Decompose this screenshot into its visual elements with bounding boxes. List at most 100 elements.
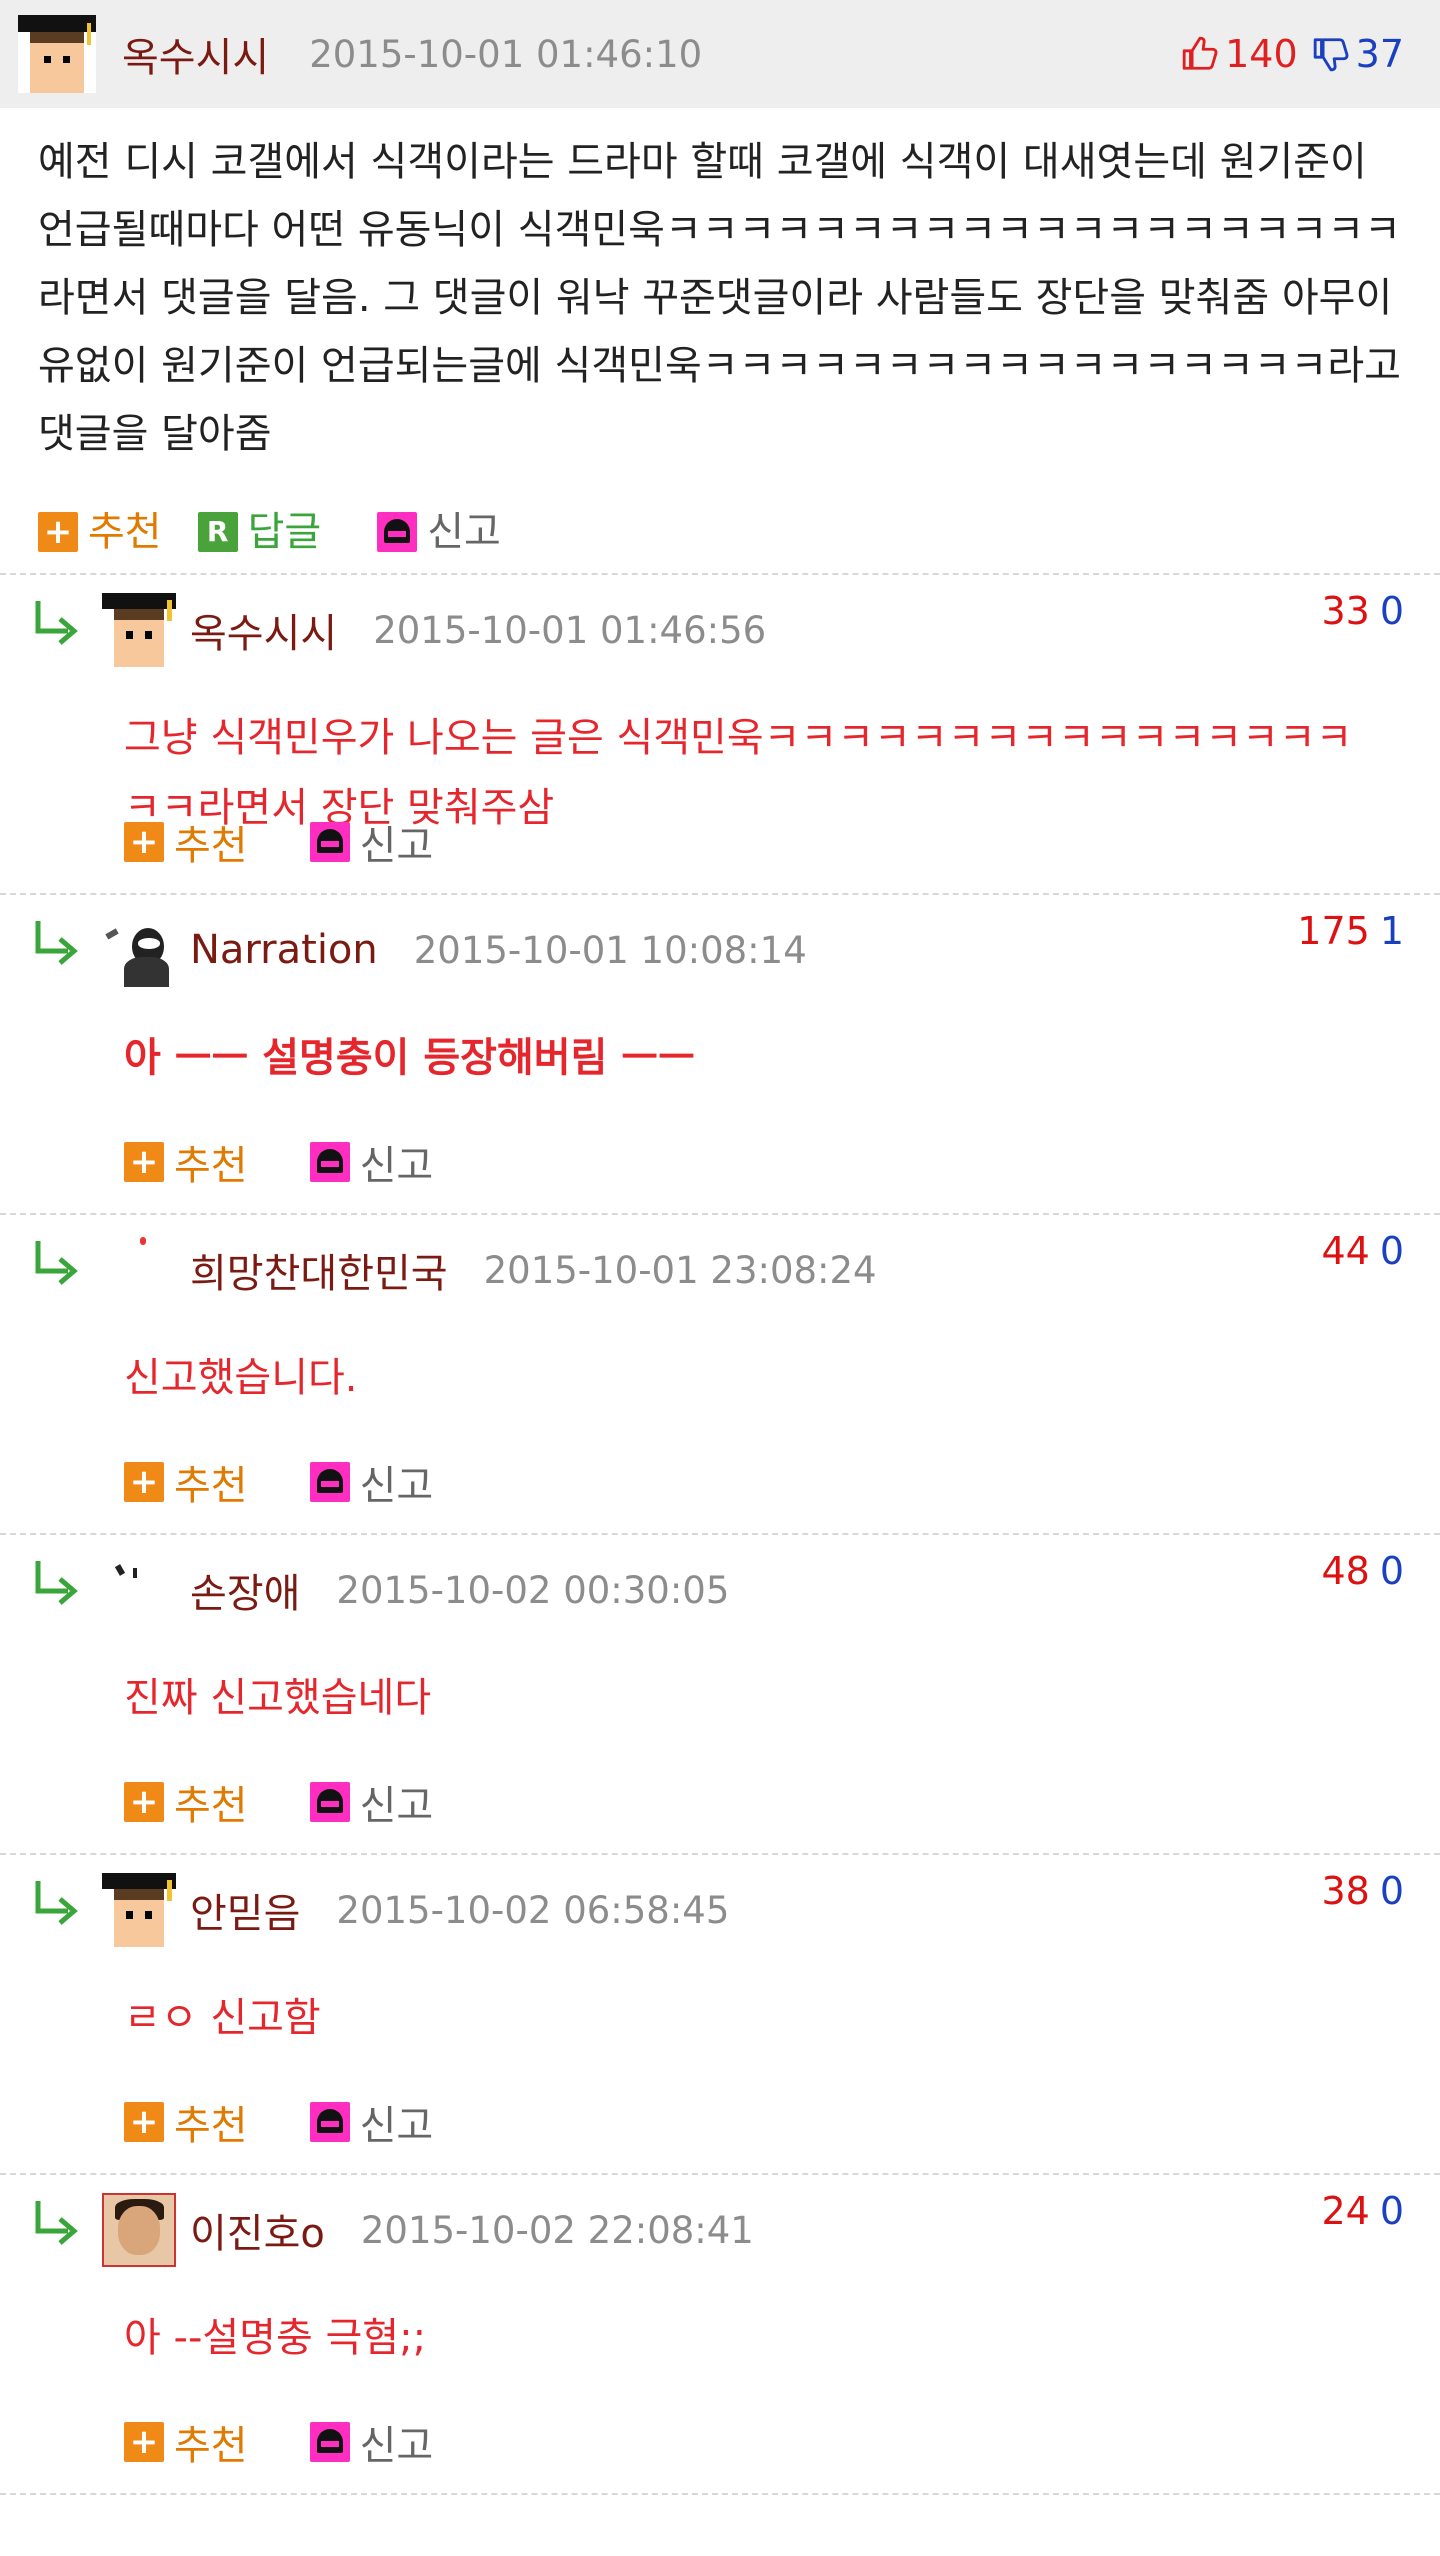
plus-icon: + (124, 2102, 164, 2142)
comment-author[interactable]: 옥수시시 (190, 601, 337, 659)
recommend-button[interactable]: + 추천 (124, 1133, 248, 1191)
post-body: 예전 디시 코갤에서 식객이라는 드라마 할때 코갤에 식객이 대새엿는데 원기… (0, 108, 1440, 573)
comment-downvote-count[interactable]: 1 (1380, 909, 1404, 953)
comment: 손장애 2015-10-02 00:30:05 48 0 진짜 신고했습네다 + … (0, 1535, 1440, 1853)
reply-label: 답글 (247, 509, 322, 555)
comment-votes: 24 0 (1321, 2189, 1404, 2233)
siren-icon (377, 512, 418, 552)
recommend-button[interactable]: + 추천 (124, 1453, 248, 1511)
comment-date: 2015-10-02 00:30:05 (336, 1568, 730, 1612)
report-label: 신고 (359, 2103, 434, 2149)
comment-text: 진짜 신고했습네다 (124, 1675, 432, 1721)
photo-avatar[interactable] (102, 2193, 176, 2267)
recommend-button[interactable]: + 추천 (124, 1773, 248, 1831)
reply-button[interactable]: R 답글 (197, 498, 322, 566)
comment-author[interactable]: 희망찬대한민국 (190, 1241, 448, 1299)
recommend-button[interactable]: + 추천 (124, 813, 248, 871)
report-button[interactable]: 신고 (309, 1773, 433, 1831)
comment-downvote-count[interactable]: 0 (1380, 1869, 1404, 1913)
comment-header: 옥수시시 2015-10-01 01:46:56 33 0 (102, 585, 1404, 675)
comment: 이진호o 2015-10-02 22:08:41 24 0 아 --설명충 극혐;… (0, 2175, 1440, 2493)
comment-upvote-count[interactable]: 48 (1321, 1549, 1369, 1593)
report-button[interactable]: 신고 (309, 2413, 433, 2471)
graduate-avatar[interactable] (102, 1873, 176, 1947)
recommend-label: 추천 (174, 1463, 248, 1509)
comment: Narration 2015-10-01 10:08:14 175 1 아 ㅡㅡ … (0, 895, 1440, 1213)
report-button[interactable]: 신고 (309, 813, 433, 871)
reply-arrow-icon (35, 1561, 78, 1605)
comment-text: 아 --설명충 극혐;; (124, 2315, 427, 2361)
reply-arrow-icon (35, 921, 78, 965)
comment-date: 2015-10-02 06:58:45 (336, 1888, 730, 1932)
comment-date: 2015-10-01 23:08:24 (483, 1248, 877, 1292)
comment-author[interactable]: 이진호o (190, 2201, 325, 2259)
report-button[interactable]: 신고 (377, 498, 501, 566)
comment-actions: + 추천 신고 (124, 2093, 433, 2151)
dot-avatar[interactable] (102, 1233, 176, 1307)
reply-arrow-icon (35, 1241, 78, 1285)
comment-votes: 44 0 (1321, 1229, 1404, 1273)
post-author[interactable]: 옥수시시 (122, 25, 269, 83)
comment-header: 손장애 2015-10-02 00:30:05 48 0 (102, 1545, 1404, 1635)
comment-header: 희망찬대한민국 2015-10-01 23:08:24 44 0 (102, 1225, 1404, 1315)
siren-icon (309, 2422, 350, 2462)
report-label: 신고 (427, 509, 501, 555)
comment-upvote-count[interactable]: 38 (1321, 1869, 1369, 1913)
comment-downvote-count[interactable]: 0 (1380, 2189, 1404, 2233)
thumbs-down-icon[interactable] (1312, 34, 1350, 74)
reply-arrow-icon (35, 1881, 78, 1925)
plus-icon: + (124, 822, 164, 862)
comment-downvote-count[interactable]: 0 (1380, 1229, 1404, 1273)
upvote-count: 140 (1225, 32, 1298, 76)
comment-votes: 175 1 (1297, 909, 1404, 953)
comment-downvote-count[interactable]: 0 (1380, 1549, 1404, 1593)
comment-actions: + 추천 신고 (124, 1133, 433, 1191)
dots-avatar[interactable] (102, 1553, 176, 1627)
report-button[interactable]: 신고 (309, 1453, 434, 1511)
siren-icon (309, 822, 350, 862)
graduate-avatar[interactable] (102, 593, 176, 667)
comment-upvote-count[interactable]: 44 (1321, 1229, 1369, 1273)
comment-actions: + 추천 신고 (124, 813, 433, 871)
recommend-label: 추천 (88, 509, 162, 555)
plus-icon: + (124, 1462, 164, 1502)
recommend-label: 추천 (174, 1143, 248, 1189)
post-date: 2015-10-01 01:46:10 (309, 32, 703, 76)
reply-arrow-icon (35, 601, 78, 645)
recommend-button[interactable]: + 추천 (124, 2093, 248, 2151)
report-label: 신고 (359, 1463, 434, 1509)
recommend-button[interactable]: + 추천 (38, 498, 162, 566)
post-votes: 140 37 (1181, 0, 1404, 108)
comment-author[interactable]: 안믿음 (190, 1881, 300, 1939)
comment: 옥수시시 2015-10-01 01:46:56 33 0 그냥 식객민우가 나오… (0, 575, 1440, 893)
siren-icon (309, 1462, 350, 1502)
post-actions: + 추천 R 답글 신고 (38, 498, 501, 566)
siren-icon (309, 2102, 350, 2142)
comment-text: ㄹㅇ 신고함 (124, 1995, 321, 2041)
report-button[interactable]: 신고 (309, 2093, 434, 2151)
post-text: 예전 디시 코갤에서 식객이라는 드라마 할때 코갤에 식객이 대새엿는데 원기… (38, 139, 1401, 457)
plus-icon: + (38, 512, 78, 552)
downvote-count: 37 (1355, 32, 1404, 76)
report-button[interactable]: 신고 (309, 1133, 433, 1191)
post: 옥수시시 2015-10-01 01:46:10 140 37 예전 디시 코갤… (0, 0, 1440, 573)
comment-text: 아 ㅡㅡ 설명충이 등장해버림 ㅡㅡ (124, 1035, 695, 1081)
comment-header: Narration 2015-10-01 10:08:14 175 1 (102, 905, 1404, 995)
comment-date: 2015-10-02 22:08:41 (360, 2208, 754, 2252)
monochrome-avatar[interactable] (102, 913, 176, 987)
comment-date: 2015-10-01 10:08:14 (413, 928, 807, 972)
comment-author[interactable]: 손장애 (190, 1561, 300, 1619)
comment-downvote-count[interactable]: 0 (1380, 589, 1404, 633)
graduate-avatar[interactable] (18, 15, 96, 93)
recommend-label: 추천 (174, 1783, 248, 1829)
thumbs-up-icon[interactable] (1181, 34, 1219, 74)
comment-upvote-count[interactable]: 175 (1297, 909, 1370, 953)
comment-date: 2015-10-01 01:46:56 (373, 608, 767, 652)
comment-author[interactable]: Narration (190, 927, 378, 973)
comment-actions: + 추천 신고 (124, 2413, 433, 2471)
recommend-label: 추천 (174, 2423, 248, 2469)
recommend-button[interactable]: + 추천 (124, 2413, 248, 2471)
comment-upvote-count[interactable]: 24 (1321, 2189, 1369, 2233)
comment-votes: 48 0 (1321, 1549, 1404, 1593)
comment-upvote-count[interactable]: 33 (1321, 589, 1369, 633)
